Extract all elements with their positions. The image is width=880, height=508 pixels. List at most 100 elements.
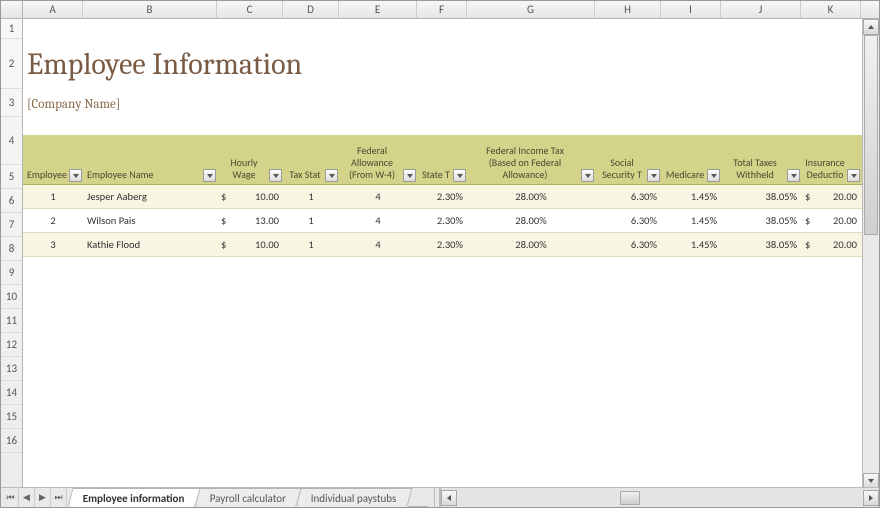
col-header-a[interactable]: A [23,1,83,18]
row-header[interactable]: 8 [1,237,22,261]
scroll-thumb[interactable] [864,35,878,235]
col-header-c[interactable]: C [217,1,283,18]
filter-icon[interactable] [69,169,82,182]
table-row[interactable]: 3Kathie Flood$10.00142.30%28.00%6.30%1.4… [23,233,879,257]
table-header-row: Employee Employee Name Hourly Wage Tax S… [23,135,879,185]
cell-employee-id[interactable]: 1 [23,190,83,203]
cell-tax-status[interactable]: 1 [283,214,339,227]
cell-employee-id[interactable]: 3 [23,238,83,251]
cell-social-security[interactable]: 6.30% [595,214,661,227]
row-header[interactable]: 3 [1,89,22,117]
cell-medicare[interactable]: 1.45% [661,238,721,251]
cell-federal-allowance[interactable]: 4 [339,190,417,203]
worksheet-area[interactable]: Employee Information [Company Name] Empl… [23,19,879,487]
cell-hourly-wage[interactable]: $13.00 [217,214,283,227]
table-row[interactable]: 1Jesper Aaberg$10.00142.30%28.00%6.30%1.… [23,185,879,209]
th-tax-status: Tax Stat [283,166,339,184]
row-header[interactable]: 1 [1,19,22,39]
filter-icon[interactable] [647,169,660,182]
first-sheet-button[interactable]: ⏮ [3,488,19,507]
cell-federal-allowance[interactable]: 4 [339,238,417,251]
col-header-i[interactable]: I [661,1,721,18]
cell-employee-name[interactable]: Wilson Pais [83,214,217,227]
scroll-left-button[interactable] [441,490,457,506]
scroll-thumb[interactable] [620,491,640,505]
select-all-corner[interactable] [1,1,23,18]
vertical-scrollbar[interactable] [862,19,879,489]
row-header[interactable]: 5 [1,165,22,189]
col-header-b[interactable]: B [83,1,217,18]
row-header[interactable]: 9 [1,261,22,285]
cell-state-tax[interactable]: 2.30% [417,214,467,227]
cell-hourly-wage[interactable]: $10.00 [217,238,283,251]
col-header-g[interactable]: G [467,1,595,18]
new-sheet-button[interactable] [408,506,428,507]
cell-insurance[interactable]: $20.00 [801,214,861,227]
scroll-right-button[interactable] [863,490,879,506]
sheet-tab[interactable]: Individual paystubs [295,488,412,507]
cell-federal-income-tax[interactable]: 28.00% [467,238,595,251]
col-header-h[interactable]: H [595,1,661,18]
col-header-k[interactable]: K [801,1,861,18]
cell-total-taxes[interactable]: 38.05% [721,214,801,227]
filter-icon[interactable] [581,169,594,182]
cell-employee-name[interactable]: Kathie Flood [83,238,217,251]
cell-medicare[interactable]: 1.45% [661,190,721,203]
col-header-e[interactable]: E [339,1,417,18]
sheet-tab-bar: ⏮ ◀ ▶ ⏭ Employee informationPayroll calc… [1,487,879,507]
cell-state-tax[interactable]: 2.30% [417,238,467,251]
cell-employee-id[interactable]: 2 [23,214,83,227]
last-sheet-button[interactable]: ⏭ [51,488,67,507]
cell-tax-status[interactable]: 1 [283,238,339,251]
row-header[interactable]: 11 [1,309,22,333]
filter-icon[interactable] [203,169,216,182]
row-header[interactable]: 14 [1,381,22,405]
cell-total-taxes[interactable]: 38.05% [721,238,801,251]
prev-sheet-button[interactable]: ◀ [19,488,35,507]
cell-insurance[interactable]: $20.00 [801,190,861,203]
cell-insurance[interactable]: $20.00 [801,238,861,251]
th-total-taxes: Total Taxes Withheld [721,154,801,184]
col-header-f[interactable]: F [417,1,467,18]
cell-hourly-wage[interactable]: $10.00 [217,190,283,203]
filter-icon[interactable] [787,169,800,182]
filter-icon[interactable] [453,169,466,182]
row-header[interactable]: 15 [1,405,22,429]
cell-federal-income-tax[interactable]: 28.00% [467,190,595,203]
cell-social-security[interactable]: 6.30% [595,238,661,251]
scroll-track[interactable] [457,490,863,506]
row-header[interactable]: 6 [1,189,22,213]
th-federal-allowance: Federal Allowance (From W-4) [339,142,417,184]
row-header[interactable]: 16 [1,429,22,453]
sheet-tab[interactable]: Payroll calculator [194,488,301,507]
cell-social-security[interactable]: 6.30% [595,190,661,203]
horizontal-scrollbar[interactable] [440,488,879,507]
row-header[interactable]: 2 [1,39,22,89]
filter-icon[interactable] [847,169,860,182]
row-header[interactable]: 7 [1,213,22,237]
scroll-track[interactable] [863,35,879,473]
th-hourly-wage: Hourly Wage [217,154,283,184]
cell-employee-name[interactable]: Jesper Aaberg [83,190,217,203]
scroll-up-button[interactable] [863,19,879,35]
row-header[interactable]: 4 [1,117,22,165]
filter-icon[interactable] [269,169,282,182]
next-sheet-button[interactable]: ▶ [35,488,51,507]
col-header-j[interactable]: J [721,1,801,18]
cell-tax-status[interactable]: 1 [283,190,339,203]
filter-icon[interactable] [707,169,720,182]
page-title: Employee Information [27,47,302,82]
row-header[interactable]: 12 [1,333,22,357]
row-header[interactable]: 13 [1,357,22,381]
cell-medicare[interactable]: 1.45% [661,214,721,227]
cell-state-tax[interactable]: 2.30% [417,190,467,203]
sheet-tab[interactable]: Employee information [67,488,200,507]
cell-federal-allowance[interactable]: 4 [339,214,417,227]
filter-icon[interactable] [403,169,416,182]
filter-icon[interactable] [325,169,338,182]
cell-total-taxes[interactable]: 38.05% [721,190,801,203]
table-row[interactable]: 2Wilson Pais$13.00142.30%28.00%6.30%1.45… [23,209,879,233]
row-header[interactable]: 10 [1,285,22,309]
col-header-d[interactable]: D [283,1,339,18]
cell-federal-income-tax[interactable]: 28.00% [467,214,595,227]
